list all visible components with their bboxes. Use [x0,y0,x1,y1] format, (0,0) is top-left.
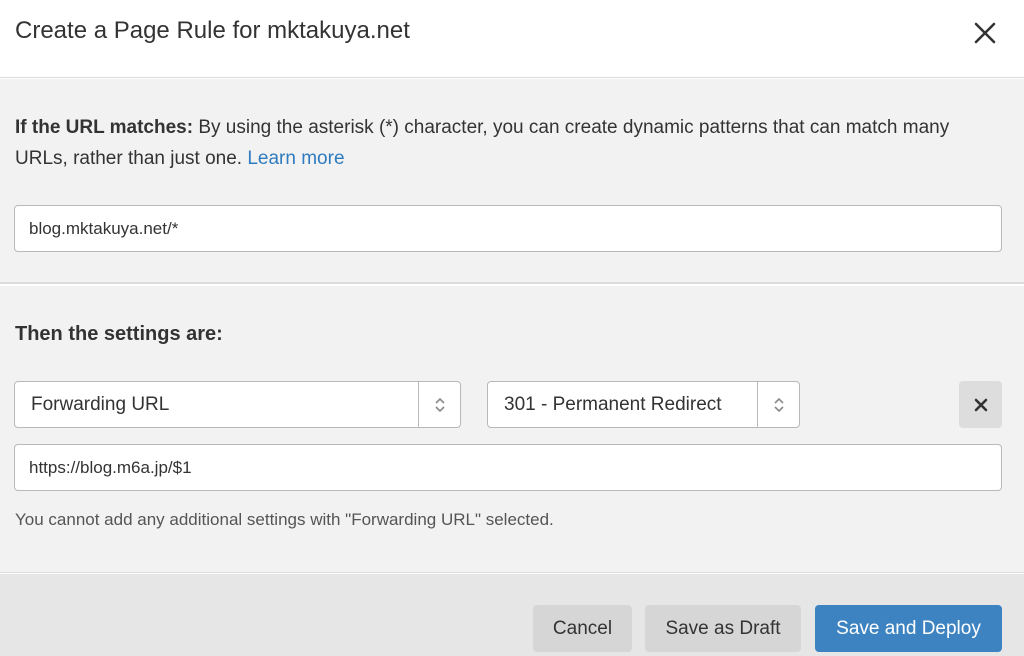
url-match-label: If the URL matches: [15,117,194,138]
status-code-select[interactable]: 301 - Permanent Redirect [487,381,800,428]
url-match-section: If the URL matches: By using the asteris… [0,79,1024,284]
settings-section: Then the settings are: Forwarding URL 30… [0,286,1024,573]
status-code-select-value: 301 - Permanent Redirect [504,394,722,415]
remove-setting-button[interactable] [959,381,1002,428]
dialog-header: Create a Page Rule for mktakuya.net [0,0,1024,78]
setting-select-value: Forwarding URL [31,394,170,415]
close-icon [974,22,996,44]
close-button[interactable] [962,16,1008,50]
dialog-footer: Cancel Save as Draft Save and Deploy [0,574,1024,656]
cancel-button[interactable]: Cancel [533,605,632,652]
destination-url-input[interactable] [14,444,1002,491]
close-icon [974,398,987,411]
select-arrows-icon [418,382,460,427]
url-pattern-input[interactable] [14,205,1002,252]
url-match-description: If the URL matches: By using the asteris… [15,112,1005,174]
save-as-draft-button[interactable]: Save as Draft [645,605,801,652]
forwarding-hint: You cannot add any additional settings w… [15,510,554,529]
page-rule-dialog: Create a Page Rule for mktakuya.net If t… [0,0,1024,656]
dialog-title: Create a Page Rule for mktakuya.net [15,17,410,44]
setting-select[interactable]: Forwarding URL [14,381,461,428]
select-arrows-icon [757,382,799,427]
save-and-deploy-button[interactable]: Save and Deploy [815,605,1002,652]
settings-heading: Then the settings are: [15,323,223,345]
learn-more-link[interactable]: Learn more [247,148,344,169]
